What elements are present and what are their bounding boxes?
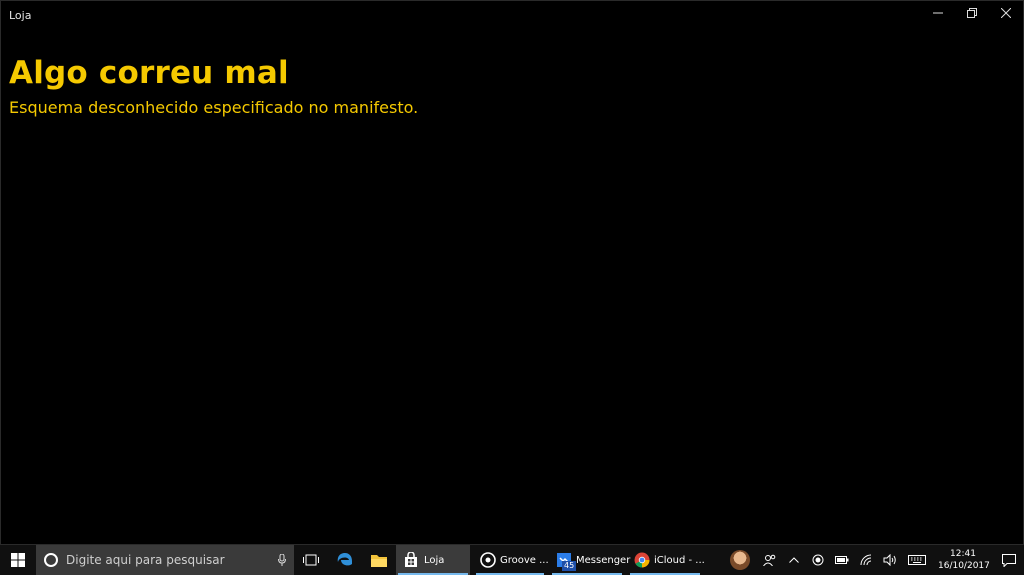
title-bar[interactable]: Loja [1, 1, 1023, 29]
clock-time: 12:41 [950, 549, 976, 559]
task-view-icon [303, 554, 319, 566]
chrome-icon [634, 551, 650, 569]
file-explorer-button[interactable] [362, 545, 396, 575]
minimize-button[interactable] [921, 1, 955, 25]
battery-button[interactable] [830, 545, 854, 575]
edge-icon [337, 553, 352, 566]
record-icon [812, 554, 824, 566]
groove-icon [480, 551, 496, 569]
taskbar-app-chrome-icloud[interactable]: iCloud - ... [628, 545, 705, 575]
app-window: Loja Algo correu mal Esquema desconhecid… [0, 0, 1024, 545]
people-avatar[interactable] [730, 550, 750, 570]
minimize-icon [933, 12, 943, 14]
error-title: Algo correu mal [9, 55, 289, 91]
close-button[interactable] [989, 1, 1023, 25]
touch-keyboard-button[interactable] [902, 545, 932, 575]
battery-icon [835, 556, 849, 564]
people-button[interactable] [758, 545, 782, 575]
record-button[interactable] [806, 545, 830, 575]
clock-date: 16/10/2017 [938, 561, 990, 571]
notification-badge: 45 [562, 561, 577, 571]
taskbar-app-label: Loja [424, 554, 445, 566]
edge-button[interactable] [328, 545, 362, 575]
clock[interactable]: 12:41 16/10/2017 [938, 548, 990, 572]
start-button[interactable] [0, 545, 36, 575]
taskbar-app-store[interactable]: Loja [396, 545, 470, 575]
store-icon [402, 551, 420, 569]
system-tray: 12:41 16/10/2017 [722, 545, 1024, 575]
window-title: Loja [9, 8, 32, 22]
show-hidden-icons-button[interactable] [782, 545, 806, 575]
network-button[interactable] [854, 545, 878, 575]
restore-icon [967, 8, 977, 18]
close-icon [1001, 8, 1011, 18]
wifi-icon [860, 554, 872, 566]
windows-logo-icon [11, 553, 25, 567]
restore-button[interactable] [955, 1, 989, 25]
keyboard-icon [908, 555, 926, 565]
people-icon [763, 554, 776, 566]
taskbar-app-groove[interactable]: Groove ... [474, 545, 549, 575]
notification-icon [1002, 553, 1016, 567]
chevron-up-icon [789, 557, 799, 563]
taskbar-app-label: Groove ... [500, 554, 549, 566]
task-view-button[interactable] [294, 545, 328, 575]
search-input[interactable] [66, 553, 270, 567]
search-box[interactable] [36, 545, 294, 575]
speaker-icon [883, 554, 896, 566]
error-message: Esquema desconhecido especificado no man… [9, 98, 419, 117]
window-controls [921, 1, 1023, 29]
microphone-icon[interactable] [270, 554, 294, 566]
volume-button[interactable] [878, 545, 902, 575]
cortana-icon [44, 553, 58, 567]
taskbar: Loja Groove ... 45 Messenger iCloud - ..… [0, 545, 1024, 575]
taskbar-app-label: Messenger [576, 554, 631, 566]
taskbar-app-label: iCloud - ... [654, 554, 705, 566]
taskbar-app-messenger[interactable]: 45 Messenger [550, 545, 630, 575]
action-center-button[interactable] [994, 545, 1024, 575]
folder-icon [371, 555, 387, 567]
